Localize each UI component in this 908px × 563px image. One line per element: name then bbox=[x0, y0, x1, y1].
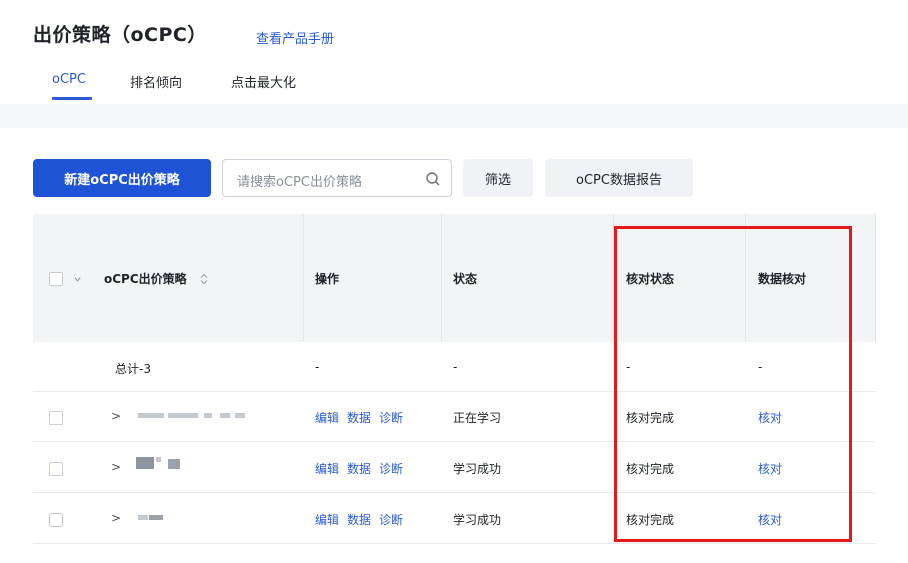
tab-click-maximize[interactable]: 点击最大化 bbox=[231, 72, 296, 91]
redacted-strategy-name bbox=[220, 413, 230, 418]
column-divider bbox=[745, 214, 746, 342]
expand-row-icon[interactable]: > bbox=[111, 511, 121, 525]
table-header: oCPC出价策略 操作 状态 核对状态 数据核对 bbox=[33, 214, 876, 342]
verify-link[interactable]: 核对 bbox=[758, 409, 782, 426]
redacted-strategy-name bbox=[149, 515, 163, 520]
diagnose-link[interactable]: 诊断 bbox=[379, 513, 403, 527]
row-verify-status: 核对完成 bbox=[626, 411, 675, 425]
column-header-verify-status: 核对状态 bbox=[626, 272, 675, 286]
search-icon[interactable] bbox=[425, 171, 441, 187]
tab-ocpc[interactable]: oCPC bbox=[52, 72, 86, 87]
column-header-strategy[interactable]: oCPC出价策略 bbox=[104, 270, 187, 287]
data-link[interactable]: 数据 bbox=[347, 513, 371, 527]
row-status: 学习成功 bbox=[453, 462, 502, 476]
column-header-operations: 操作 bbox=[315, 272, 340, 286]
redacted-strategy-name bbox=[168, 459, 180, 469]
row-operations: 编辑 数据 诊断 bbox=[315, 511, 411, 528]
row-status: 正在学习 bbox=[453, 411, 502, 425]
row-checkbox[interactable] bbox=[49, 411, 63, 425]
row-checkbox[interactable] bbox=[49, 462, 63, 476]
redacted-strategy-name bbox=[136, 457, 154, 469]
search-input[interactable]: 请搜索oCPC出价策略 bbox=[222, 159, 452, 197]
redacted-strategy-name bbox=[156, 457, 161, 462]
redacted-strategy-name bbox=[204, 413, 212, 418]
data-link[interactable]: 数据 bbox=[347, 462, 371, 476]
column-divider bbox=[613, 214, 614, 342]
total-row-verify-status: - bbox=[626, 360, 631, 374]
data-link[interactable]: 数据 bbox=[347, 411, 371, 425]
redacted-strategy-name bbox=[168, 413, 198, 418]
row-status: 学习成功 bbox=[453, 513, 502, 527]
redacted-strategy-name bbox=[235, 413, 245, 418]
diagnose-link[interactable]: 诊断 bbox=[379, 462, 403, 476]
row-checkbox[interactable] bbox=[49, 513, 63, 527]
total-row-ops: - bbox=[315, 360, 320, 374]
verify-link[interactable]: 核对 bbox=[758, 511, 782, 528]
total-row-verify: - bbox=[758, 360, 763, 374]
select-all-checkbox[interactable] bbox=[49, 272, 63, 286]
row-operations: 编辑 数据 诊断 bbox=[315, 460, 411, 477]
redacted-strategy-name bbox=[138, 413, 164, 418]
redacted-strategy-name bbox=[138, 515, 148, 520]
tab-rank-preference[interactable]: 排名倾向 bbox=[130, 72, 182, 91]
column-header-status: 状态 bbox=[453, 272, 478, 286]
expand-row-icon[interactable]: > bbox=[111, 460, 121, 474]
column-divider bbox=[441, 214, 442, 342]
chevron-down-icon[interactable] bbox=[73, 275, 82, 284]
diagnose-link[interactable]: 诊断 bbox=[379, 411, 403, 425]
column-header-data-verify: 数据核对 bbox=[758, 272, 807, 286]
search-placeholder: 请搜索oCPC出价策略 bbox=[237, 175, 362, 190]
total-row-label: 总计-3 bbox=[115, 362, 151, 376]
filter-button[interactable]: 筛选 bbox=[463, 159, 533, 197]
column-divider bbox=[303, 214, 304, 342]
column-divider bbox=[875, 214, 876, 342]
row-operations: 编辑 数据 诊断 bbox=[315, 409, 411, 426]
row-divider bbox=[33, 441, 876, 442]
new-ocpc-strategy-button[interactable]: 新建oCPC出价策略 bbox=[33, 159, 211, 197]
edit-link[interactable]: 编辑 bbox=[315, 411, 339, 425]
edit-link[interactable]: 编辑 bbox=[315, 513, 339, 527]
strategy-table: oCPC出价策略 操作 状态 核对状态 数据核对 总计-3 - - - - > … bbox=[33, 214, 876, 544]
row-divider bbox=[33, 492, 876, 493]
sort-icon[interactable] bbox=[200, 273, 208, 285]
row-verify-status: 核对完成 bbox=[626, 462, 675, 476]
total-row-status: - bbox=[453, 360, 458, 374]
page-title: 出价策略（oCPC） bbox=[33, 24, 207, 46]
ocpc-report-button[interactable]: oCPC数据报告 bbox=[545, 159, 693, 197]
row-divider bbox=[33, 543, 876, 544]
edit-link[interactable]: 编辑 bbox=[315, 462, 339, 476]
verify-link[interactable]: 核对 bbox=[758, 460, 782, 477]
expand-row-icon[interactable]: > bbox=[111, 409, 121, 423]
page-header: 出价策略（oCPC） 查看产品手册 oCPC 排名倾向 点击最大化 bbox=[0, 0, 908, 104]
active-tab-indicator bbox=[52, 97, 92, 100]
row-verify-status: 核对完成 bbox=[626, 513, 675, 527]
row-divider bbox=[33, 391, 876, 392]
product-manual-link[interactable]: 查看产品手册 bbox=[256, 28, 334, 47]
